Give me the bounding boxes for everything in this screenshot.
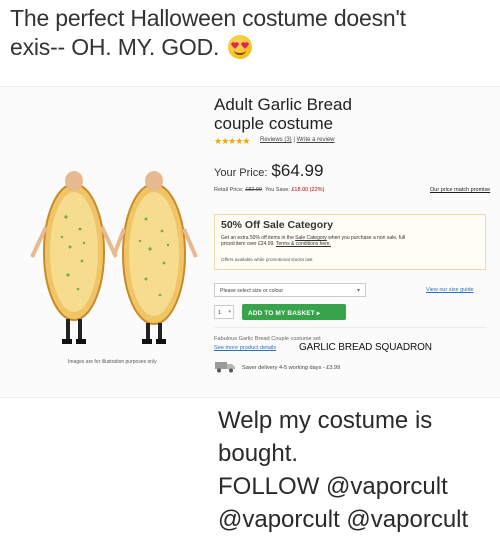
size-colour-select[interactable]: Please select size or colour ▾ — [214, 283, 366, 297]
caption-bottom-line2: FOLLOW @vaporcult — [218, 473, 448, 500]
product-title-line2: couple costume — [214, 114, 334, 133]
sale-promo-box: 50% Off Sale Category Get an extra 50% o… — [214, 214, 486, 270]
sale-heading: 50% Off Sale Category — [221, 219, 334, 231]
product-title-line1: Adult Garlic Bread — [214, 95, 352, 114]
image-disclaimer: Images are for illustration purposes onl… — [68, 359, 157, 365]
caption-top-line2-wrap: exis-- OH. MY. GOD. — [10, 33, 490, 62]
caption-top-line1: The perfect Halloween costume doesn't — [10, 5, 406, 31]
size-guide-link[interactable]: View our size guide — [426, 287, 474, 293]
product-details-link[interactable]: See more product details — [214, 345, 276, 351]
meme-caption-bottom: Welp my costume is bought. FOLLOW @vapor… — [218, 404, 498, 536]
garlic-bread-costume-image — [30, 171, 198, 344]
price-match-promise-link[interactable]: Our price match promise — [430, 187, 490, 193]
reviews-row: Reviews (3) | Write a review — [260, 137, 335, 143]
retail-price-strike: £82.99 — [245, 187, 263, 193]
price-value: $64.99 — [271, 161, 324, 180]
price-row: Your Price: $64.99 — [214, 161, 323, 181]
product-title: Adult Garlic Bread couple costume — [214, 95, 484, 133]
caption-bottom-line1: Welp my costume is bought. — [218, 407, 433, 467]
save-value: £18.00 (22%) — [291, 187, 325, 193]
price-label: Your Price: — [214, 167, 268, 179]
sale-body: Get an extra 50% off items in the Sale C… — [221, 235, 411, 247]
delivery-info: Saver delivery 4-5 working days - £3.99 — [242, 365, 341, 371]
terms-link[interactable]: Terms & conditions here. — [276, 241, 331, 247]
product-page-screenshot: Images are for illustration purposes onl… — [0, 86, 500, 398]
write-review-link[interactable]: Write a review — [297, 137, 335, 143]
rating-stars: ★★★★★ — [214, 136, 250, 146]
caption-bottom-line3: @vaporcult @vaporcult — [218, 506, 469, 533]
heart-eyes-emoji-icon — [228, 35, 253, 59]
select-placeholder: Please select size or colour — [220, 288, 284, 294]
chevron-down-icon: ▾ — [228, 309, 231, 315]
sale-footer: Offers available while promotional stock… — [221, 257, 313, 262]
divider — [214, 327, 486, 328]
caption-top-line2: exis-- OH. MY. GOD. — [10, 34, 220, 60]
retail-label: Retail Price: — [214, 187, 246, 193]
meme-caption-top: The perfect Halloween costume doesn't ex… — [10, 4, 490, 62]
reviews-link[interactable]: Reviews (3) — [260, 137, 292, 143]
save-label: You Save: — [262, 187, 292, 193]
chevron-down-icon: ▾ — [356, 288, 360, 294]
garlic-bread-squadron-text: GARLIC BREAD SQUADRON — [299, 342, 432, 353]
quantity-value: 1 — [218, 310, 222, 316]
retail-price-row: Retail Price: £82.99 You Save: £18.00 (2… — [214, 187, 324, 193]
quantity-select[interactable]: 1 ▾ — [214, 305, 234, 319]
delivery-truck-icon — [215, 362, 235, 373]
add-to-basket-button[interactable]: ADD TO MY BASKET ▸ — [242, 304, 346, 320]
